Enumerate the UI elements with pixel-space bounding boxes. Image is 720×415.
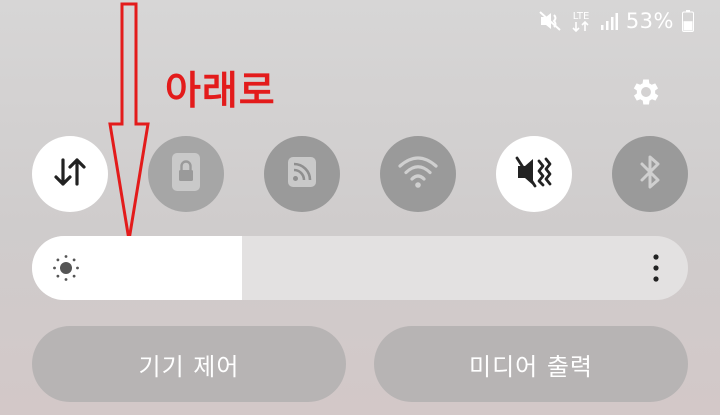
toggle-screen-lock[interactable]	[148, 136, 224, 212]
bluetooth-icon	[634, 152, 666, 196]
lte-data-icon: LTE	[570, 9, 592, 33]
battery-percent: 53%	[625, 9, 674, 33]
brightness-slider[interactable]	[32, 236, 688, 300]
device-control-button[interactable]: 기기 제어	[32, 326, 346, 402]
battery-icon	[682, 10, 694, 32]
toggle-bluetooth[interactable]	[612, 136, 688, 212]
annotation-label: 아래로	[165, 69, 276, 114]
cast-icon	[282, 152, 322, 196]
svg-text:LTE: LTE	[573, 11, 590, 22]
toggle-smart-view[interactable]	[264, 136, 340, 212]
toggle-mobile-data[interactable]	[32, 136, 108, 212]
mobile-data-icon	[50, 152, 90, 196]
media-output-button[interactable]: 미디어 출력	[374, 326, 688, 402]
more-vertical-icon[interactable]	[648, 252, 664, 284]
mute-vibrate-icon	[538, 10, 562, 32]
vibrate-mode-icon	[512, 152, 556, 196]
toggle-wifi[interactable]	[380, 136, 456, 212]
signal-icon	[600, 11, 618, 31]
down-arrow-annotation	[108, 2, 150, 241]
settings-button[interactable]	[626, 74, 666, 114]
toggle-vibrate-mode[interactable]	[496, 136, 572, 212]
quick-toggle-row	[32, 136, 688, 212]
lock-icon	[166, 150, 206, 198]
sun-icon	[52, 254, 80, 282]
wifi-icon	[396, 152, 440, 196]
gear-icon	[629, 75, 663, 113]
status-bar: LTE 53%	[538, 6, 694, 36]
